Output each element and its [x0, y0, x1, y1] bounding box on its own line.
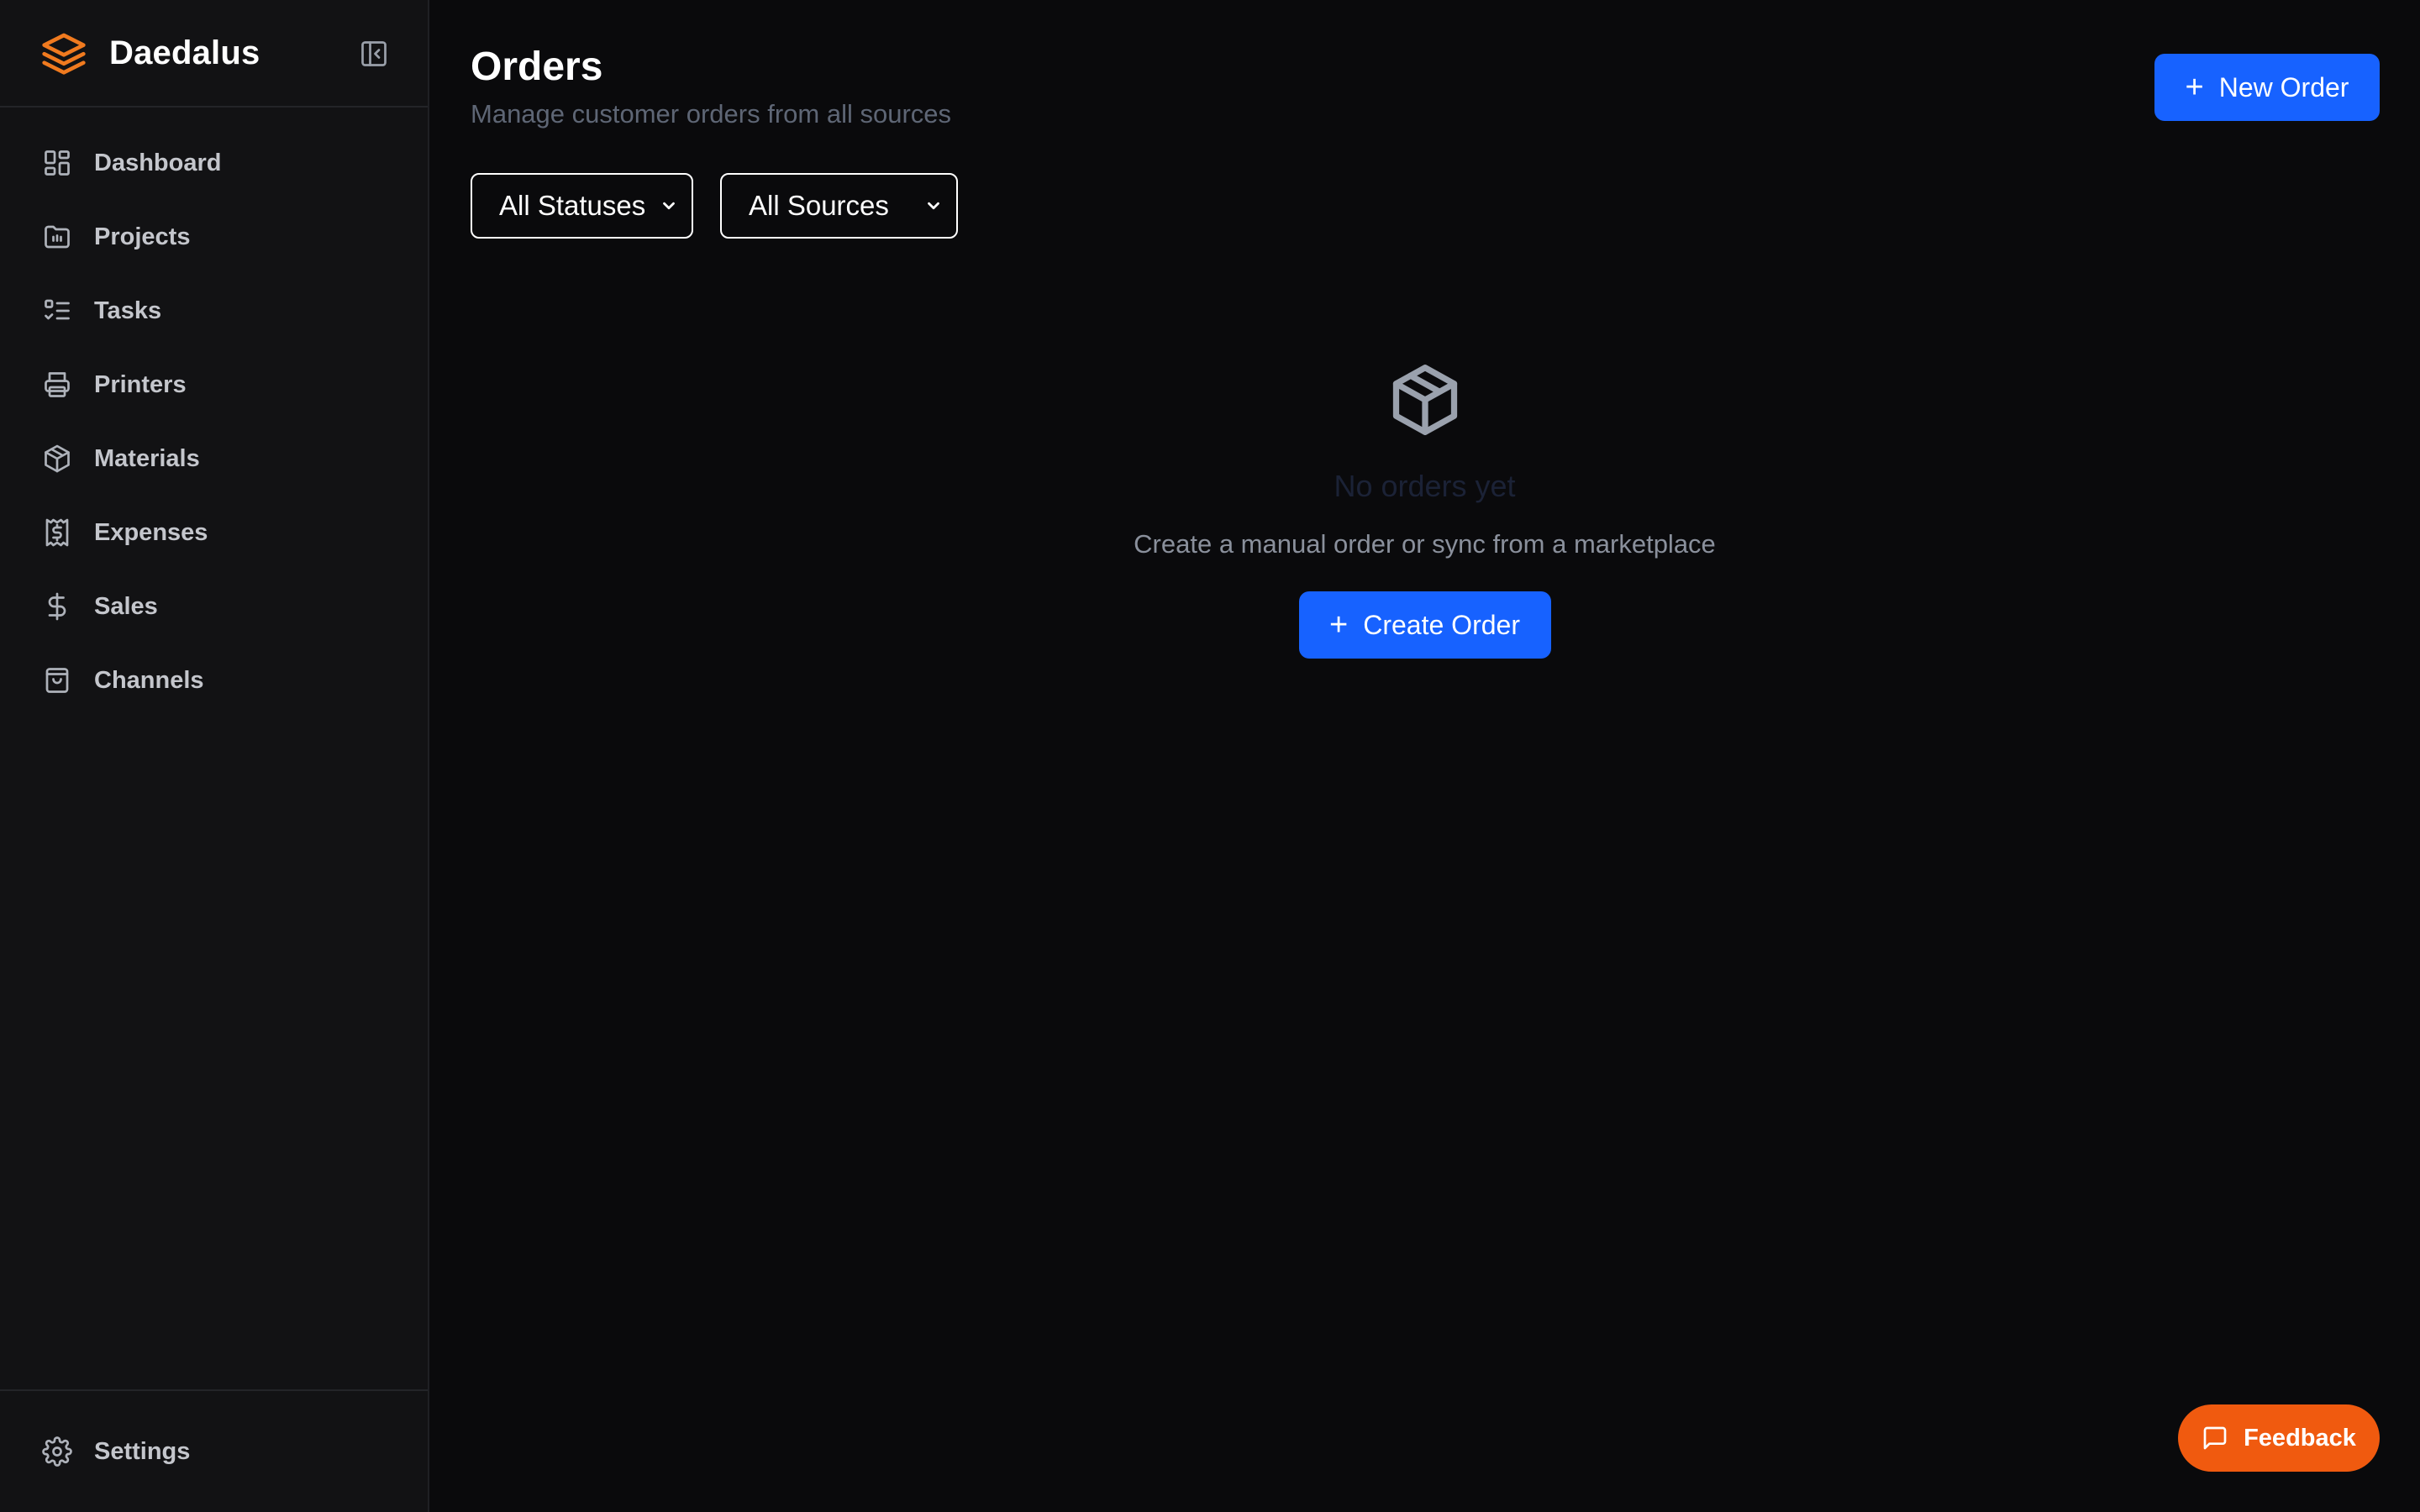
sidebar-item-channels[interactable]: Channels: [0, 643, 428, 717]
folder-icon: [40, 220, 74, 254]
sidebar: Daedalus Dashboard Projects Tasks Printe…: [0, 0, 429, 1512]
shopping-bag-icon: [40, 664, 74, 697]
sidebar-item-label: Expenses: [94, 518, 208, 546]
new-order-label: New Order: [2218, 71, 2349, 102]
printer-icon: [40, 368, 74, 402]
source-filter-select[interactable]: All Sources: [720, 173, 958, 239]
sidebar-item-sales[interactable]: Sales: [0, 570, 428, 643]
empty-state: No orders yet Create a manual order or s…: [429, 360, 2420, 659]
chevron-down-icon: [924, 197, 943, 215]
sidebar-item-label: Sales: [94, 592, 158, 620]
sidebar-item-label: Channels: [94, 666, 204, 694]
package-icon: [1385, 360, 1465, 440]
plus-icon: +: [1329, 607, 1349, 643]
sidebar-nav: Dashboard Projects Tasks Printers Materi…: [0, 108, 428, 717]
sidebar-item-expenses[interactable]: Expenses: [0, 496, 428, 570]
plus-icon: +: [2185, 70, 2204, 105]
sidebar-item-label: Dashboard: [94, 149, 222, 176]
sidebar-item-settings[interactable]: Settings: [0, 1415, 428, 1488]
sidebar-collapse-icon[interactable]: [357, 37, 391, 71]
new-order-button[interactable]: + New Order: [2154, 54, 2380, 121]
app-root: Daedalus Dashboard Projects Tasks Printe…: [0, 0, 2420, 1512]
feedback-label: Feedback: [2244, 1424, 2356, 1452]
brand-header: Daedalus: [0, 0, 428, 108]
box-icon: [40, 442, 74, 475]
sidebar-item-tasks[interactable]: Tasks: [0, 274, 428, 348]
main-content: Orders Manage customer orders from all s…: [429, 0, 2420, 1512]
chevron-down-icon: [660, 197, 678, 215]
page-subtitle: Manage customer orders from all sources: [471, 99, 952, 129]
sidebar-item-materials[interactable]: Materials: [0, 422, 428, 496]
sidebar-item-printers[interactable]: Printers: [0, 348, 428, 422]
layers-logo-icon: [40, 29, 87, 76]
dashboard-icon: [40, 146, 74, 180]
create-order-label: Create Order: [1363, 609, 1520, 640]
sidebar-item-dashboard[interactable]: Dashboard: [0, 126, 428, 200]
receipt-icon: [40, 516, 74, 549]
brand-name: Daedalus: [109, 34, 260, 71]
gear-icon: [40, 1435, 74, 1468]
sidebar-item-label: Materials: [94, 444, 200, 472]
message-icon: [2202, 1424, 2230, 1452]
empty-state-title: No orders yet: [1334, 469, 1516, 503]
page-title: Orders: [471, 45, 603, 89]
sidebar-item-label: Projects: [94, 223, 191, 250]
source-filter-value: All Sources: [749, 190, 889, 221]
list-check-icon: [40, 294, 74, 328]
dollar-icon: [40, 590, 74, 623]
sidebar-item-label: Settings: [94, 1437, 191, 1465]
sidebar-item-projects[interactable]: Projects: [0, 200, 428, 274]
sidebar-item-label: Tasks: [94, 297, 162, 324]
filters-bar: All Statuses All Sources: [471, 173, 958, 239]
feedback-button[interactable]: Feedback: [2178, 1404, 2380, 1472]
empty-state-description: Create a manual order or sync from a mar…: [1134, 529, 1716, 559]
create-order-button[interactable]: + Create Order: [1298, 591, 1551, 659]
sidebar-footer: Settings: [0, 1389, 428, 1512]
status-filter-value: All Statuses: [499, 190, 646, 221]
sidebar-item-label: Printers: [94, 370, 187, 398]
status-filter-select[interactable]: All Statuses: [471, 173, 693, 239]
